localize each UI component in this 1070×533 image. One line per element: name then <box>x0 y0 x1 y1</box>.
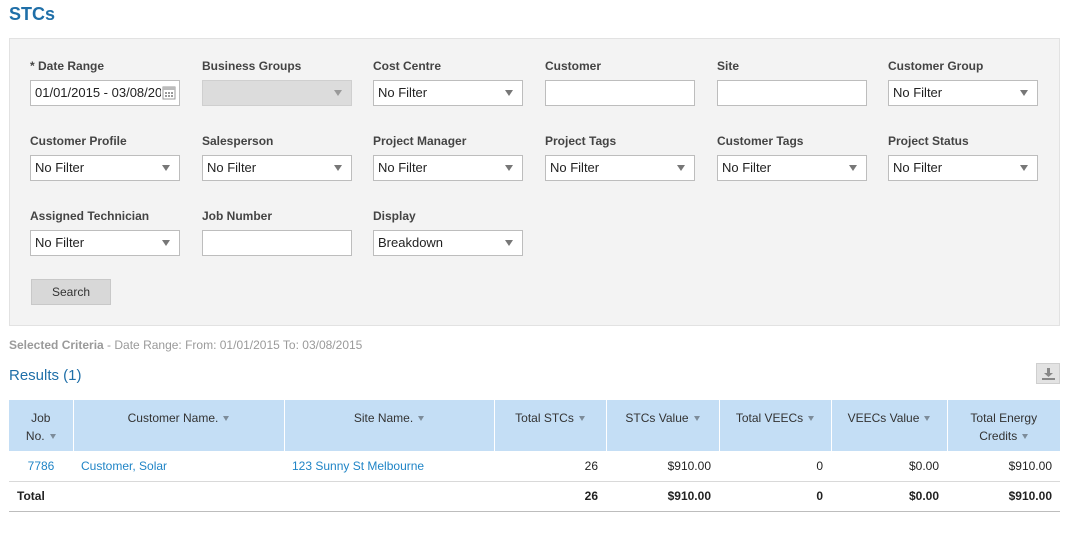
column-header-total-energy-credits[interactable]: Total Energy Credits <box>947 400 1060 451</box>
salesperson-select[interactable]: No Filter <box>202 155 352 181</box>
sort-caret-icon <box>1022 434 1029 440</box>
date-range-value: 01/01/2015 - 03/08/2015 <box>35 85 177 100</box>
total-stcs-cell: 26 <box>494 451 606 482</box>
date-range-label: * Date Range <box>30 59 105 73</box>
display-label: Display <box>373 209 416 223</box>
job-number-label: Job Number <box>202 209 273 223</box>
caret-down-icon <box>505 240 513 246</box>
selected-criteria-label: Selected Criteria <box>9 338 104 352</box>
assigned-technician-label: Assigned Technician <box>30 209 150 223</box>
column-header-total-veecs[interactable]: Total VEECs <box>719 400 832 451</box>
total-row: Total 26 $910.00 0 $0.00 $910.00 <box>9 480 1060 512</box>
total-stcs-sum: 26 <box>494 480 606 512</box>
site-input[interactable] <box>717 80 867 106</box>
project-manager-select[interactable]: No Filter <box>373 155 523 181</box>
column-header-site-name[interactable]: Site Name. <box>284 400 495 451</box>
caret-down-icon <box>1020 90 1028 96</box>
caret-down-icon <box>334 165 342 171</box>
column-header-veecs-value[interactable]: VEECs Value <box>831 400 948 451</box>
veecs-value-sum: $0.00 <box>831 480 947 512</box>
table-header-row: Job No. Customer Name. Site Name. Total … <box>9 400 1060 451</box>
customer-group-label: Customer Group <box>888 59 984 73</box>
project-status-select[interactable]: No Filter <box>888 155 1038 181</box>
caret-down-icon <box>677 165 685 171</box>
caret-down-icon <box>1020 165 1028 171</box>
total-site-blank <box>284 480 494 512</box>
caret-down-icon <box>505 90 513 96</box>
cost-centre-label: Cost Centre <box>373 59 442 73</box>
total-veecs-sum: 0 <box>719 480 831 512</box>
veecs-value-cell: $0.00 <box>831 451 947 482</box>
page-title: STCs <box>9 4 56 24</box>
search-button[interactable]: Search <box>31 279 111 305</box>
sort-caret-icon <box>49 434 56 440</box>
display-select[interactable]: Breakdown <box>373 230 523 256</box>
sort-caret-icon <box>418 416 425 422</box>
sort-caret-icon <box>578 416 585 422</box>
stcs-value-sum: $910.00 <box>606 480 719 512</box>
site-name-link[interactable]: 123 Sunny St Melbourne <box>284 451 494 482</box>
project-tags-label: Project Tags <box>545 134 617 148</box>
customer-profile-select[interactable]: No Filter <box>30 155 180 181</box>
customer-tags-label: Customer Tags <box>717 134 804 148</box>
caret-down-icon <box>505 165 513 171</box>
selected-criteria-text: - Date Range: From: 01/01/2015 To: 03/08… <box>103 338 363 352</box>
sort-caret-icon <box>924 416 931 422</box>
caret-down-icon <box>162 165 170 171</box>
results-table: Job No. Customer Name. Site Name. Total … <box>9 400 1060 512</box>
cost-centre-select[interactable]: No Filter <box>373 80 523 106</box>
column-header-stcs-value[interactable]: STCs Value <box>606 400 720 451</box>
stcs-value-cell: $910.00 <box>606 451 719 482</box>
column-header-job-no[interactable]: Job No. <box>9 400 74 451</box>
project-status-label: Project Status <box>888 134 969 148</box>
column-header-customer-name[interactable]: Customer Name. <box>73 400 285 451</box>
job-no-link[interactable]: 7786 <box>9 451 73 482</box>
caret-down-icon <box>849 165 857 171</box>
calendar-icon[interactable] <box>161 84 177 102</box>
assigned-technician-select[interactable]: No Filter <box>30 230 180 256</box>
caret-down-icon <box>162 240 170 246</box>
date-range-input[interactable]: 01/01/2015 - 03/08/2015 <box>30 80 180 106</box>
business-groups-label: Business Groups <box>202 59 302 73</box>
job-number-input[interactable] <box>202 230 352 256</box>
project-tags-select[interactable]: No Filter <box>545 155 695 181</box>
customer-tags-select[interactable]: No Filter <box>717 155 867 181</box>
sort-caret-icon <box>693 416 700 422</box>
sort-caret-icon <box>223 416 230 422</box>
results-title: Results (1) <box>9 367 82 384</box>
caret-down-icon <box>334 90 342 96</box>
export-button[interactable] <box>1036 363 1060 384</box>
salesperson-label: Salesperson <box>202 134 274 148</box>
customer-profile-label: Customer Profile <box>30 134 127 148</box>
column-header-total-stcs[interactable]: Total STCs <box>494 400 607 451</box>
sort-caret-icon <box>808 416 815 422</box>
filter-panel: * Date Range 01/01/2015 - 03/08/2015 Bus… <box>9 38 1060 326</box>
download-icon <box>1042 368 1055 380</box>
selected-criteria: Selected Criteria - Date Range: From: 01… <box>9 338 362 352</box>
customer-group-select[interactable]: No Filter <box>888 80 1038 106</box>
total-veecs-cell: 0 <box>719 451 831 482</box>
customer-name-link[interactable]: Customer, Solar <box>73 451 284 482</box>
customer-input[interactable] <box>545 80 695 106</box>
total-energy-credits-sum: $910.00 <box>947 480 1060 512</box>
total-label: Total <box>9 480 284 512</box>
business-groups-select <box>202 80 352 106</box>
customer-label: Customer <box>545 59 602 73</box>
table-row: 7786 Customer, Solar 123 Sunny St Melbou… <box>9 451 1060 482</box>
total-energy-credits-cell: $910.00 <box>947 451 1060 482</box>
site-label: Site <box>717 59 740 73</box>
project-manager-label: Project Manager <box>373 134 467 148</box>
